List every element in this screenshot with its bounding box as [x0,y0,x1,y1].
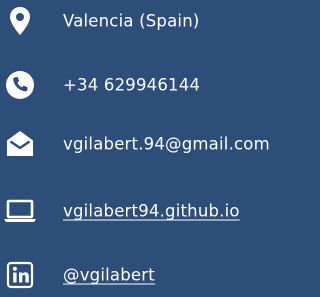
contact-location: Valencia (Spain) [0,1,304,41]
phone-icon [3,68,37,102]
linkedin-icon [3,258,37,292]
contact-linkedin: @vgilabert [0,255,304,295]
location-text: Valencia (Spain) [63,11,200,31]
contact-email: vgilabert.94@gmail.com [0,124,304,164]
map-marker-icon [3,4,37,38]
email-text: vgilabert.94@gmail.com [63,134,270,154]
contact-list: Valencia (Spain) +34 629946144 vgilabert… [0,0,304,297]
linkedin-link[interactable]: @vgilabert [63,266,155,285]
website-link[interactable]: vgilabert94.github.io [63,202,240,221]
laptop-icon [3,194,37,228]
contact-phone: +34 629946144 [0,65,304,105]
envelope-open-icon [3,127,37,161]
phone-text: +34 629946144 [63,75,201,95]
contact-website: vgilabert94.github.io [0,191,304,231]
